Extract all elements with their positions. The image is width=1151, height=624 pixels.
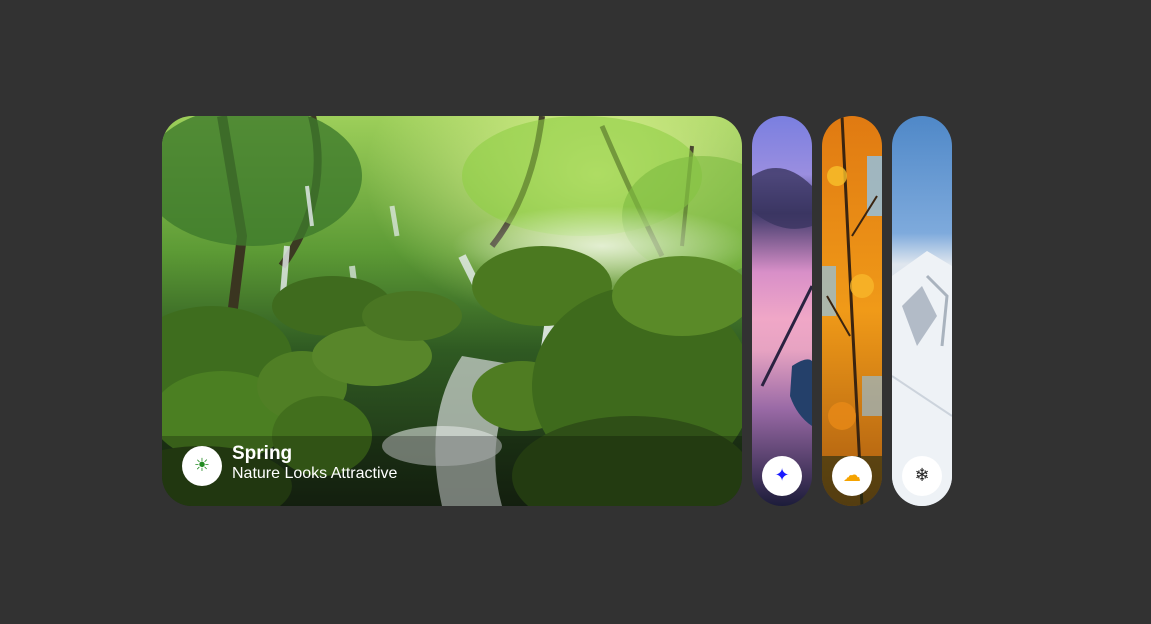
cloud-rain-icon: ☁ <box>832 456 872 496</box>
sun-icon: ☀ <box>182 446 222 486</box>
card-spring[interactable]: ☀ Spring Nature Looks Attractive <box>162 116 742 506</box>
snowflake-icon: ❄ <box>902 456 942 496</box>
sparkle-icon: ✦ <box>762 456 802 496</box>
card-autumn[interactable]: ☁ <box>822 116 882 506</box>
card-subtitle: Nature Looks Attractive <box>232 465 398 482</box>
card-winter[interactable]: ❄ <box>892 116 952 506</box>
winter-mountain-image <box>892 116 952 506</box>
card-title: Spring <box>232 443 293 464</box>
sunset-lake-image <box>752 116 812 506</box>
card-label: Spring Nature Looks Attractive <box>232 444 397 484</box>
card-sunset[interactable]: ✦ <box>752 116 812 506</box>
autumn-tree-image <box>822 116 882 506</box>
season-gallery: ☀ Spring Nature Looks Attractive ✦ ☁ ❄ <box>162 116 952 506</box>
